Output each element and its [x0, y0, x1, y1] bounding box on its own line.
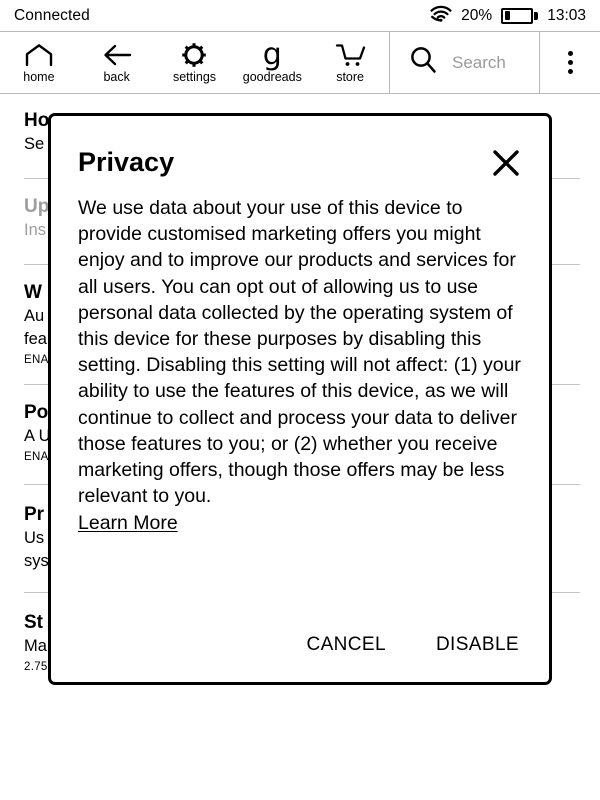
disable-button[interactable]: DISABLE: [434, 630, 521, 660]
gear-icon: [180, 41, 208, 69]
dialog-body: We use data about your use of this devic…: [51, 180, 549, 537]
overflow-menu-button[interactable]: [540, 32, 600, 93]
close-button[interactable]: [489, 146, 523, 180]
dialog-header: Privacy: [51, 116, 549, 180]
toolbar-item-home[interactable]: home: [0, 32, 78, 93]
battery-percent-label: 20%: [461, 6, 493, 24]
close-x-icon: [491, 150, 521, 182]
toolbar-items: home back settings g goodreads store: [0, 32, 389, 93]
goodreads-g-icon: g: [262, 37, 282, 73]
dialog-actions: CANCEL DISABLE: [304, 630, 521, 660]
toolbar-label-goodreads: goodreads: [242, 70, 302, 85]
toolbar-item-settings[interactable]: settings: [156, 32, 234, 93]
privacy-dialog: Privacy We use data about your use of th…: [48, 113, 552, 685]
dialog-body-text: We use data about your use of this devic…: [78, 197, 521, 508]
shopping-cart-icon: [334, 41, 366, 69]
back-arrow-icon: [101, 41, 133, 69]
cancel-button[interactable]: CANCEL: [304, 630, 387, 660]
learn-more-link[interactable]: Learn More: [78, 510, 178, 536]
wifi-icon: [430, 5, 452, 27]
toolbar-item-goodreads[interactable]: g goodreads: [233, 32, 311, 93]
clock: 13:03: [547, 6, 586, 24]
toolbar-label-back: back: [103, 70, 130, 85]
toolbar-label-home: home: [23, 70, 55, 85]
search-placeholder: Search: [452, 52, 506, 72]
toolbar-item-store[interactable]: store: [311, 32, 389, 93]
status-bar-right: 20% 13:03: [430, 5, 586, 27]
toolbar-label-store: store: [336, 70, 364, 85]
status-bar: Connected 20% 13:03: [0, 0, 600, 31]
eink-device-screen: Connected 20% 13:03 home back settings g…: [0, 0, 600, 800]
search-icon: [408, 45, 438, 80]
toolbar-item-back[interactable]: back: [78, 32, 156, 93]
connection-status: Connected: [14, 6, 90, 24]
dialog-title: Privacy: [78, 147, 175, 177]
kebab-menu-icon: [567, 51, 573, 74]
toolbar-label-goodreads-settings: settings: [172, 70, 217, 85]
battery-icon: [501, 7, 539, 24]
search-input[interactable]: Search: [389, 32, 540, 93]
toolbar: home back settings g goodreads store Sea…: [0, 31, 600, 94]
home-icon: [23, 41, 55, 69]
